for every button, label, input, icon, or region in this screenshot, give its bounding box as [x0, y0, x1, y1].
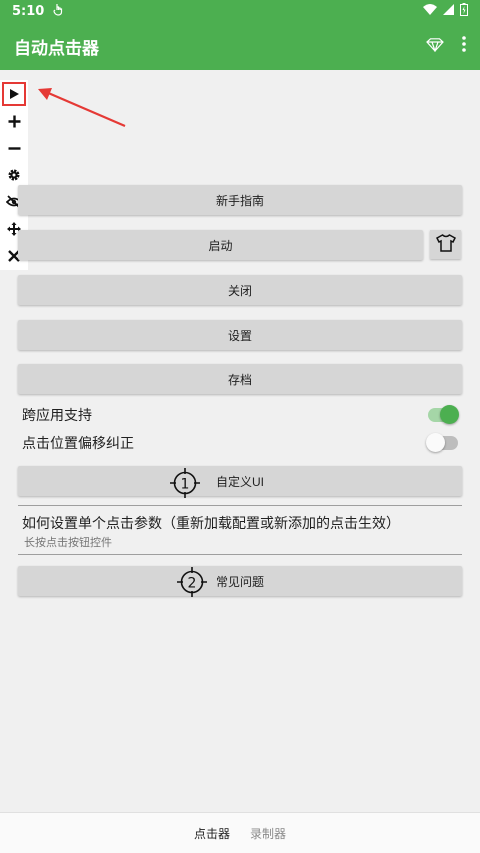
- bottom-nav: 点击器 录制器: [0, 812, 480, 853]
- annotation-arrow: [38, 88, 126, 128]
- settings-button[interactable]: 设置: [18, 320, 462, 350]
- info-subtitle: 长按点击按钮控件: [24, 536, 112, 549]
- gear-icon[interactable]: [2, 163, 26, 187]
- faq-button[interactable]: 常见问题: [18, 566, 462, 596]
- guide-button[interactable]: 新手指南: [18, 185, 462, 215]
- divider-top: [18, 505, 462, 506]
- plus-icon[interactable]: [2, 109, 26, 133]
- tab-clicker[interactable]: 点击器: [194, 825, 230, 842]
- more-options-icon[interactable]: [462, 36, 466, 56]
- battery-icon: [460, 2, 468, 20]
- offset-fix-label: 点击位置偏移纠正: [22, 436, 134, 452]
- cross-app-toggle[interactable]: [428, 405, 459, 424]
- hand-touch-icon: [52, 3, 64, 20]
- offset-fix-toggle[interactable]: [426, 433, 458, 452]
- info-title: 如何设置单个点击参数（重新加载配置或新添加的点击生效）: [22, 516, 400, 532]
- archive-button[interactable]: 存档: [18, 364, 462, 394]
- marker-two: 2: [188, 576, 197, 592]
- play-icon[interactable]: [2, 82, 26, 106]
- cross-app-row: 跨应用支持: [22, 403, 459, 427]
- start-button[interactable]: 启动: [18, 230, 423, 260]
- crosshair-target-icon: 2: [177, 567, 207, 601]
- divider-bottom: [18, 554, 462, 555]
- app-title: 自动点击器: [14, 38, 99, 59]
- wifi-icon: [423, 3, 437, 19]
- theme-button[interactable]: [430, 230, 461, 259]
- tab-recorder[interactable]: 录制器: [250, 825, 286, 842]
- marker-one: 1: [181, 477, 190, 493]
- signal-icon: [443, 3, 454, 19]
- custom-ui-button[interactable]: 自定义UI: [18, 466, 462, 496]
- close-button[interactable]: 关闭: [18, 275, 462, 305]
- shirt-icon: [435, 233, 456, 256]
- app-bar: 自动点击器: [0, 22, 480, 70]
- status-time: 5:10: [12, 3, 45, 19]
- cross-app-label: 跨应用支持: [22, 408, 92, 424]
- status-bar: 5:10: [0, 0, 480, 22]
- minus-icon[interactable]: [2, 136, 26, 160]
- diamond-icon[interactable]: [426, 37, 444, 56]
- offset-fix-row: 点击位置偏移纠正: [22, 431, 458, 455]
- crosshair-target-icon: 1: [170, 468, 200, 502]
